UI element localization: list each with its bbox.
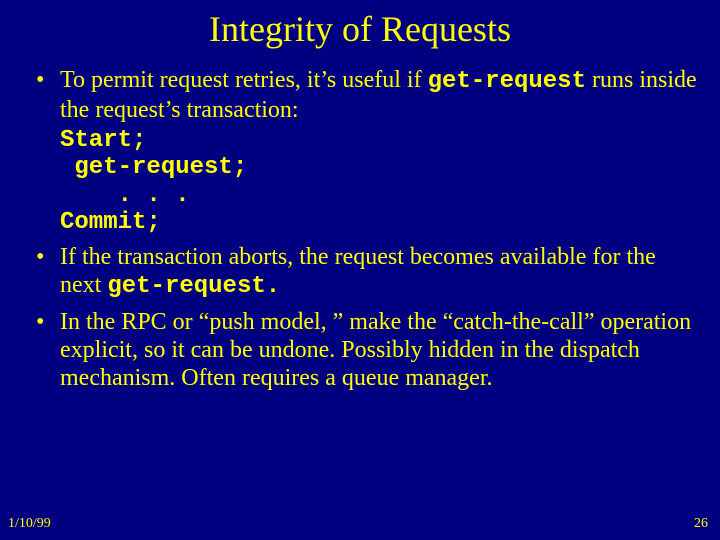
bullet-2-code: get-request. [107, 273, 280, 300]
bullet-1-text-a: To permit request retries, it’s useful i… [60, 67, 428, 93]
slide: Integrity of Requests To permit request … [0, 0, 720, 540]
footer-page-number: 26 [694, 516, 708, 532]
footer-date: 1/10/99 [8, 516, 51, 532]
code-block: Start; get-request; . . . Commit; [60, 127, 700, 237]
bullet-3: In the RPC or “push model, ” make the “c… [34, 308, 700, 393]
code-line-4: Commit; [60, 209, 161, 236]
bullet-2: If the transaction aborts, the request b… [34, 243, 700, 302]
slide-body: To permit request retries, it’s useful i… [0, 50, 720, 393]
bullet-1-code: get-request [428, 68, 586, 95]
code-line-2: get-request; [60, 154, 247, 181]
code-line-3: . . . [60, 182, 190, 209]
slide-title: Integrity of Requests [0, 0, 720, 50]
bullet-1: To permit request retries, it’s useful i… [34, 66, 700, 237]
bullet-3-text: In the RPC or “push model, ” make the “c… [60, 309, 691, 392]
code-line-1: Start; [60, 127, 146, 154]
